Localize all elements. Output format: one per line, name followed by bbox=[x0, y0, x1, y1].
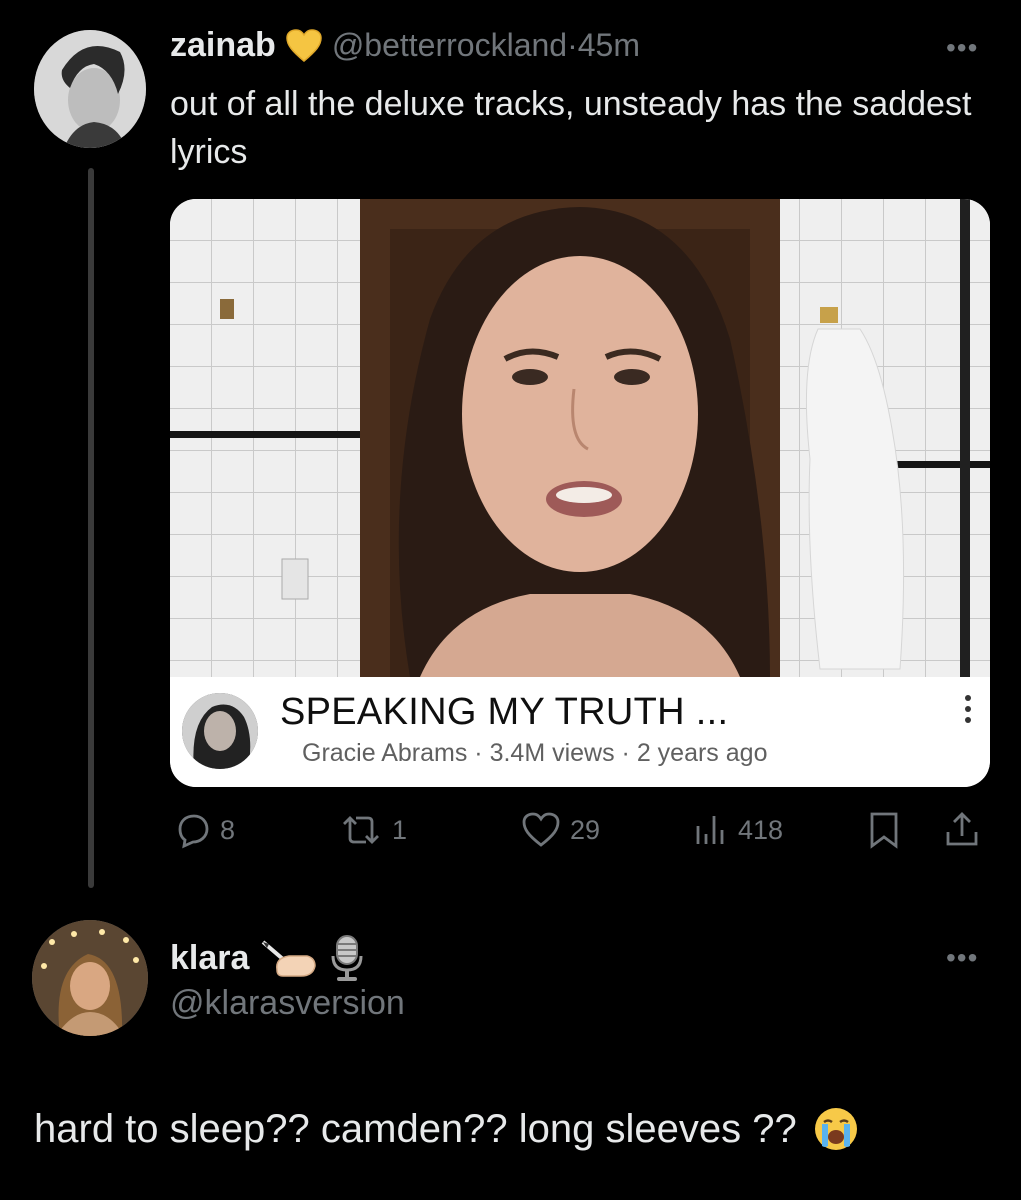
meta-separator: · bbox=[567, 27, 578, 63]
bookmark-icon bbox=[870, 812, 898, 849]
author-avatar[interactable] bbox=[34, 30, 146, 148]
tweet-text: out of all the deluxe tracks, unsteady h… bbox=[170, 85, 972, 171]
view-count: 418 bbox=[738, 814, 784, 845]
reply-author-handle[interactable]: @klarasversion bbox=[170, 984, 405, 1023]
reply-more-options-icon[interactable]: ••• bbox=[946, 944, 978, 972]
thread-connector-line bbox=[88, 168, 94, 888]
tweet-timestamp[interactable]: 45m bbox=[578, 27, 640, 64]
yellow-heart-icon bbox=[286, 28, 322, 63]
video-title[interactable]: SPEAKING MY TRUTH ... bbox=[280, 691, 728, 734]
meta-separator: · bbox=[614, 739, 637, 767]
meta-separator: · bbox=[467, 739, 490, 767]
reply-author-display-name[interactable]: klara bbox=[170, 939, 249, 978]
video-info-bar: SPEAKING MY TRUTH ... Gracie Abrams · 3.… bbox=[170, 677, 990, 787]
video-views: 3.4M views bbox=[489, 739, 615, 767]
author-handle[interactable]: @betterrockland bbox=[332, 27, 567, 64]
share-icon bbox=[946, 812, 978, 846]
more-options-icon[interactable]: ••• bbox=[946, 34, 978, 62]
analytics-icon bbox=[696, 816, 724, 844]
heart-icon bbox=[522, 812, 560, 847]
like-button[interactable]: 29 bbox=[520, 808, 600, 852]
writing-hand-icon bbox=[261, 936, 317, 980]
channel-avatar[interactable] bbox=[182, 693, 258, 769]
reply-count: 8 bbox=[220, 814, 236, 845]
like-count: 29 bbox=[570, 814, 601, 845]
video-meta: Gracie Abrams · 3.4M views · 2 years ago bbox=[302, 739, 767, 768]
video-more-icon[interactable] bbox=[964, 695, 972, 735]
reply-button[interactable]: 8 bbox=[172, 808, 235, 852]
channel-name[interactable]: Gracie Abrams bbox=[302, 739, 467, 767]
reply-text-row: hard to sleep?? camden?? long sleeves ?? bbox=[34, 1106, 859, 1152]
reply-author-avatar[interactable] bbox=[32, 920, 148, 1036]
share-button[interactable] bbox=[942, 808, 982, 852]
tweet-header: zainab @betterrockland · 45m bbox=[170, 26, 640, 65]
embedded-video-card[interactable]: SPEAKING MY TRUTH ... Gracie Abrams · 3.… bbox=[170, 199, 990, 787]
repost-button[interactable]: 1 bbox=[338, 808, 407, 852]
video-thumbnail[interactable] bbox=[170, 199, 990, 677]
reply-header: klara bbox=[170, 934, 365, 982]
views-button[interactable]: 418 bbox=[690, 808, 783, 852]
loudly-crying-face-icon bbox=[813, 1106, 859, 1152]
author-display-name[interactable]: zainab bbox=[170, 26, 276, 65]
video-age: 2 years ago bbox=[636, 739, 768, 767]
reply-text: hard to sleep?? camden?? long sleeves ?? bbox=[34, 1106, 797, 1151]
repost-icon bbox=[343, 816, 379, 844]
reply-icon bbox=[178, 814, 209, 849]
bookmark-button[interactable] bbox=[866, 808, 902, 852]
repost-count: 1 bbox=[392, 814, 408, 845]
microphone-icon bbox=[329, 934, 365, 982]
